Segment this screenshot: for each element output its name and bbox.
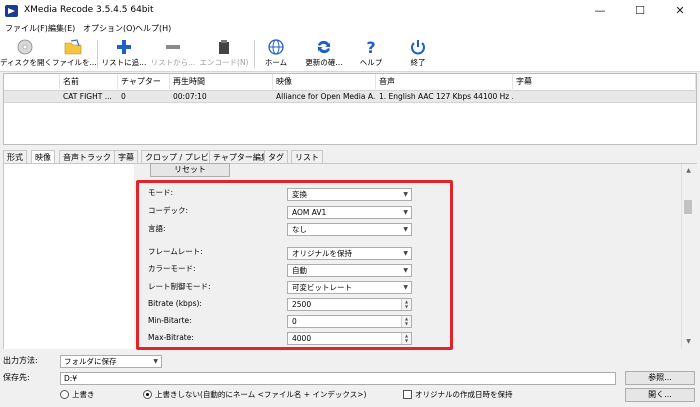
remove-from-list-button[interactable]: リストから... [148, 36, 198, 71]
no-overwrite-radio[interactable] [143, 390, 152, 399]
menu-file[interactable]: ファイル(F) [3, 22, 50, 36]
cell-audio: 1. English AAC 127 Kbps 44100 Hz ... [379, 92, 513, 101]
open-disc-button[interactable]: ディスクを開く [0, 36, 52, 71]
title-bar: XMedia Recode 3.5.4.5 64bit — ☐ ✕ [0, 0, 700, 22]
open-button[interactable]: 開く... [625, 388, 695, 402]
help-button[interactable]: ? ヘルプ [353, 36, 389, 71]
cell-video: Alliance for Open Media A... [276, 92, 376, 101]
column-blank [4, 74, 60, 89]
keep-date-label: オリジナルの作成日時を保持 [415, 390, 513, 399]
cell-duration: 00:07:10 [173, 92, 207, 101]
column-header-subtitle[interactable]: 字幕 [513, 74, 696, 89]
minus-icon [166, 45, 180, 49]
plus-icon [117, 40, 131, 54]
cell-chapter: 0 [121, 92, 126, 101]
toolbar-separator [97, 40, 98, 68]
open-file-label: ファイルを... [52, 58, 97, 67]
menu-edit[interactable]: 編集(E) [46, 22, 77, 36]
encode-label: エンコード(N) [199, 58, 249, 67]
menu-bar: ファイル(F) 編集(E) オプション(O) ヘルプ(H) [0, 22, 700, 36]
disc-icon [17, 39, 33, 55]
tab-tags[interactable]: タグ [264, 150, 288, 163]
close-button[interactable]: ✕ [660, 0, 700, 22]
overwrite-label: 上書き [72, 390, 95, 399]
video-track-list[interactable] [3, 164, 134, 349]
output-method-select[interactable]: フォルダに保存 ▼ [60, 355, 162, 368]
refresh-icon [318, 40, 330, 54]
reset-button[interactable]: リセット [150, 163, 230, 177]
maximize-button[interactable]: ☐ [620, 0, 660, 22]
tab-video[interactable]: 映像 [31, 150, 55, 164]
scroll-up-icon[interactable]: ▲ [681, 165, 696, 177]
output-method-label: 出力方法: [3, 356, 38, 365]
column-header-video[interactable]: 映像 [273, 74, 376, 89]
browse-button[interactable]: 参照... [625, 371, 695, 385]
tab-format[interactable]: 形式 [3, 150, 27, 163]
encode-button[interactable]: エンコード(N) [199, 36, 249, 71]
menu-options[interactable]: オプション(O) [81, 22, 138, 36]
question-icon: ? [366, 39, 375, 55]
table-row[interactable]: CAT FIGHT ... 0 00:07:10 Alliance for Op… [4, 90, 696, 103]
add-to-list-label: リストに追... [101, 58, 147, 67]
toolbar-separator [254, 40, 255, 68]
column-header-name[interactable]: 名前 [60, 74, 118, 89]
remove-from-list-label: リストから... [150, 58, 196, 67]
menu-help[interactable]: ヘルプ(H) [133, 22, 173, 36]
output-method-value: フォルダに保存 [64, 357, 117, 366]
save-path-input[interactable]: D:¥ [60, 372, 616, 385]
help-label: ヘルプ [359, 58, 383, 67]
keep-date-checkbox[interactable] [403, 390, 412, 399]
overwrite-radio[interactable] [60, 390, 69, 399]
highlight-annotation [136, 180, 453, 350]
exit-button[interactable]: 終了 [400, 36, 436, 71]
no-overwrite-label: 上書きしない(自動的にネーム <ファイル名 + インデックス>) [155, 390, 367, 399]
tab-subtitle[interactable]: 字幕 [114, 150, 138, 163]
exit-label: 終了 [410, 58, 426, 67]
column-header-duration[interactable]: 再生時間 [170, 74, 273, 89]
globe-icon [268, 39, 284, 55]
check-update-button[interactable]: 更新の確... [298, 36, 350, 71]
encode-icon [219, 40, 229, 54]
app-icon [5, 5, 18, 17]
open-disc-label: ディスクを開く [0, 58, 52, 67]
cell-subtitle [513, 91, 696, 102]
scrollbar-thumb[interactable] [684, 200, 692, 214]
tab-list[interactable]: リスト [291, 150, 323, 163]
save-to-label: 保存先: [3, 373, 30, 382]
minimize-button[interactable]: — [580, 0, 620, 22]
toolbar: ディスクを開く ファイルを... リストに追... リストから... エンコード… [0, 36, 700, 72]
window-title: XMedia Recode 3.5.4.5 64bit [24, 5, 154, 15]
check-update-label: 更新の確... [305, 58, 343, 67]
vertical-scrollbar[interactable] [681, 164, 696, 349]
home-button[interactable]: ホーム [258, 36, 294, 71]
column-header-chapter[interactable]: チャプター [118, 74, 170, 89]
chevron-down-icon: ▼ [153, 358, 158, 365]
add-to-list-button[interactable]: リストに追... [101, 36, 147, 71]
file-list[interactable]: 名前 チャプター 再生時間 映像 音声 字幕 CAT FIGHT ... 0 0… [3, 73, 697, 145]
home-label: ホーム [264, 58, 288, 67]
scroll-down-icon[interactable]: ▼ [681, 336, 696, 348]
folder-icon [64, 39, 82, 55]
column-header-audio[interactable]: 音声 [376, 74, 513, 89]
svg-text:?: ? [366, 39, 375, 55]
cell-name: CAT FIGHT ... [63, 92, 112, 101]
power-icon [411, 40, 425, 55]
open-file-button[interactable]: ファイルを... [52, 36, 97, 71]
